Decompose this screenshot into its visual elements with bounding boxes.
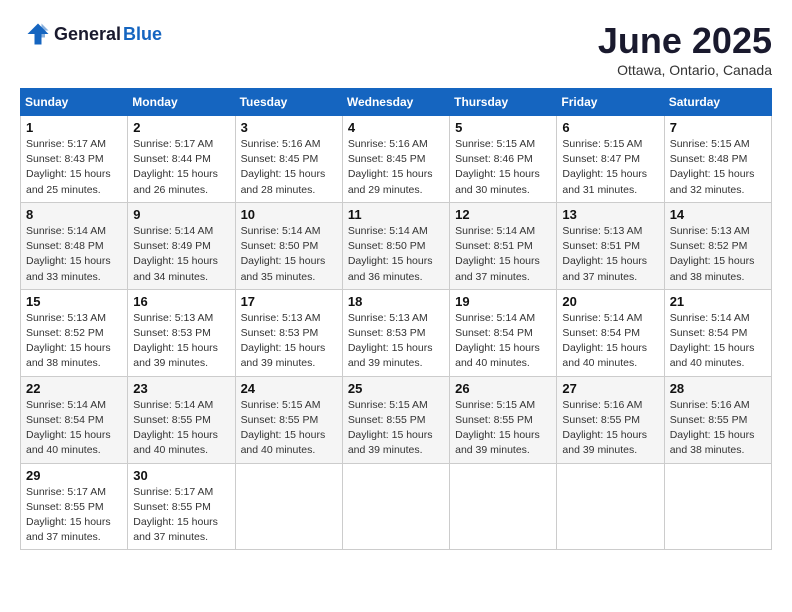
calendar-day-15: 15Sunrise: 5:13 AMSunset: 8:52 PMDayligh… [21,289,128,376]
calendar-day-13: 13Sunrise: 5:13 AMSunset: 8:51 PMDayligh… [557,202,664,289]
calendar-day-19: 19Sunrise: 5:14 AMSunset: 8:54 PMDayligh… [450,289,557,376]
calendar-day-12: 12Sunrise: 5:14 AMSunset: 8:51 PMDayligh… [450,202,557,289]
calendar-week-2: 15Sunrise: 5:13 AMSunset: 8:52 PMDayligh… [21,289,772,376]
calendar-day-17: 17Sunrise: 5:13 AMSunset: 8:53 PMDayligh… [235,289,342,376]
calendar-day-18: 18Sunrise: 5:13 AMSunset: 8:53 PMDayligh… [342,289,449,376]
col-header-thursday: Thursday [450,89,557,116]
calendar-day-22: 22Sunrise: 5:14 AMSunset: 8:54 PMDayligh… [21,376,128,463]
calendar-day-24: 24Sunrise: 5:15 AMSunset: 8:55 PMDayligh… [235,376,342,463]
logo: General Blue [20,20,162,48]
calendar-day-25: 25Sunrise: 5:15 AMSunset: 8:55 PMDayligh… [342,376,449,463]
calendar-day-2: 2Sunrise: 5:17 AMSunset: 8:44 PMDaylight… [128,116,235,203]
calendar-day-empty [664,463,771,550]
calendar-day-29: 29Sunrise: 5:17 AMSunset: 8:55 PMDayligh… [21,463,128,550]
logo-blue-text: Blue [123,24,162,45]
calendar-day-empty [342,463,449,550]
calendar-day-6: 6Sunrise: 5:15 AMSunset: 8:47 PMDaylight… [557,116,664,203]
calendar-week-0: 1Sunrise: 5:17 AMSunset: 8:43 PMDaylight… [21,116,772,203]
calendar-header-row: SundayMondayTuesdayWednesdayThursdayFrid… [21,89,772,116]
calendar-day-empty [235,463,342,550]
calendar-day-8: 8Sunrise: 5:14 AMSunset: 8:48 PMDaylight… [21,202,128,289]
col-header-friday: Friday [557,89,664,116]
logo-general-text: General [54,24,121,45]
calendar-day-empty [450,463,557,550]
col-header-monday: Monday [128,89,235,116]
calendar-day-4: 4Sunrise: 5:16 AMSunset: 8:45 PMDaylight… [342,116,449,203]
calendar-day-empty [557,463,664,550]
col-header-tuesday: Tuesday [235,89,342,116]
calendar-day-7: 7Sunrise: 5:15 AMSunset: 8:48 PMDaylight… [664,116,771,203]
month-title: June 2025 [598,20,772,62]
logo-icon [24,20,52,48]
calendar-day-10: 10Sunrise: 5:14 AMSunset: 8:50 PMDayligh… [235,202,342,289]
calendar-day-16: 16Sunrise: 5:13 AMSunset: 8:53 PMDayligh… [128,289,235,376]
calendar-day-1: 1Sunrise: 5:17 AMSunset: 8:43 PMDaylight… [21,116,128,203]
calendar-day-9: 9Sunrise: 5:14 AMSunset: 8:49 PMDaylight… [128,202,235,289]
calendar-day-23: 23Sunrise: 5:14 AMSunset: 8:55 PMDayligh… [128,376,235,463]
calendar-day-3: 3Sunrise: 5:16 AMSunset: 8:45 PMDaylight… [235,116,342,203]
calendar-day-26: 26Sunrise: 5:15 AMSunset: 8:55 PMDayligh… [450,376,557,463]
calendar-day-5: 5Sunrise: 5:15 AMSunset: 8:46 PMDaylight… [450,116,557,203]
col-header-wednesday: Wednesday [342,89,449,116]
calendar-week-4: 29Sunrise: 5:17 AMSunset: 8:55 PMDayligh… [21,463,772,550]
title-area: June 2025 Ottawa, Ontario, Canada [598,20,772,78]
col-header-saturday: Saturday [664,89,771,116]
calendar-day-20: 20Sunrise: 5:14 AMSunset: 8:54 PMDayligh… [557,289,664,376]
calendar-table: SundayMondayTuesdayWednesdayThursdayFrid… [20,88,772,550]
calendar-day-30: 30Sunrise: 5:17 AMSunset: 8:55 PMDayligh… [128,463,235,550]
calendar-week-3: 22Sunrise: 5:14 AMSunset: 8:54 PMDayligh… [21,376,772,463]
calendar-day-14: 14Sunrise: 5:13 AMSunset: 8:52 PMDayligh… [664,202,771,289]
location: Ottawa, Ontario, Canada [598,62,772,78]
calendar-week-1: 8Sunrise: 5:14 AMSunset: 8:48 PMDaylight… [21,202,772,289]
calendar-day-11: 11Sunrise: 5:14 AMSunset: 8:50 PMDayligh… [342,202,449,289]
calendar-day-28: 28Sunrise: 5:16 AMSunset: 8:55 PMDayligh… [664,376,771,463]
calendar-day-27: 27Sunrise: 5:16 AMSunset: 8:55 PMDayligh… [557,376,664,463]
header: General Blue June 2025 Ottawa, Ontario, … [20,20,772,78]
calendar-day-21: 21Sunrise: 5:14 AMSunset: 8:54 PMDayligh… [664,289,771,376]
col-header-sunday: Sunday [21,89,128,116]
